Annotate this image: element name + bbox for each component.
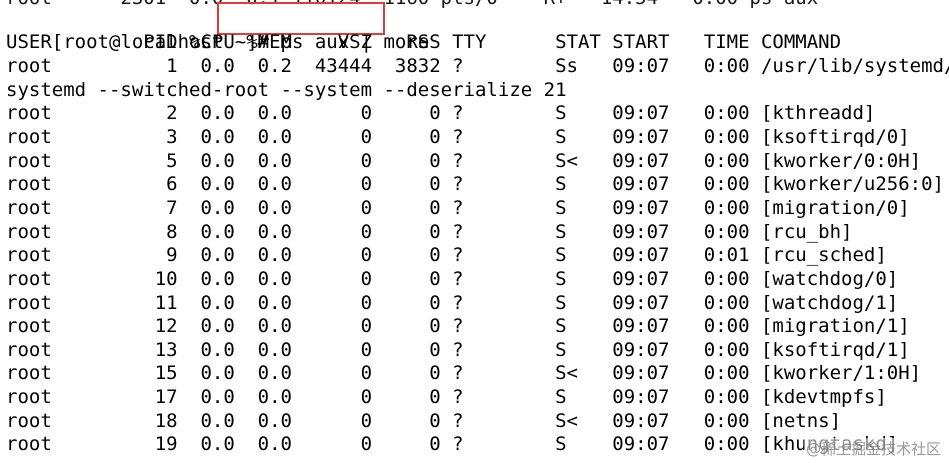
process-row: root 2 0.0 0.0 0 0 ? S 09:07 0:00 [kthre…	[6, 102, 876, 125]
process-row: root 17 0.0 0.0 0 0 ? S 09:07 0:00 [kdev…	[6, 386, 887, 409]
process-row: root 6 0.0 0.0 0 0 ? S 09:07 0:00 [kwork…	[6, 173, 944, 196]
process-row: root 11 0.0 0.0 0 0 ? S 09:07 0:00 [watc…	[6, 291, 899, 314]
ps-header-row: USER PID %CPU %MEM VSZ RSS TTY STAT STAR…	[6, 31, 842, 53]
process-row: systemd --switched-root --system --deser…	[6, 78, 567, 101]
process-row: root 18 0.0 0.0 0 0 ? S< 09:07 0:00 [net…	[6, 409, 842, 432]
process-row: root 8 0.0 0.0 0 0 ? S 09:07 0:00 [rcu_b…	[6, 220, 853, 243]
process-row: root 19 0.0 0.0 0 0 ? S 09:07 0:00 [khun…	[6, 433, 899, 456]
process-row: root 10 0.0 0.0 0 0 ? S 09:07 0:00 [watc…	[6, 267, 899, 290]
process-row: root 3 0.0 0.0 0 0 ? S 09:07 0:00 [ksoft…	[6, 125, 910, 148]
process-row: root 5 0.0 0.0 0 0 ? S< 09:07 0:00 [kwor…	[6, 149, 922, 172]
process-row: root 15 0.0 0.0 0 0 ? S< 09:07 0:00 [kwo…	[6, 362, 922, 385]
process-row: root 1 0.0 0.2 43444 3832 ? Ss 09:07 0:0…	[6, 55, 949, 77]
terminal-window[interactable]: root 2301 0.0 0.1 110124 1160 pts/0 R+ 1…	[0, 0, 949, 463]
watermark: @稀土掘金技术社区	[803, 438, 943, 459]
process-row: root 13 0.0 0.0 0 0 ? S 09:07 0:00 [ksof…	[6, 338, 910, 361]
process-row: root 12 0.0 0.0 0 0 ? S 09:07 0:00 [migr…	[6, 315, 910, 338]
process-row: root 7 0.0 0.0 0 0 ? S 09:07 0:00 [migra…	[6, 196, 910, 219]
process-row: root 9 0.0 0.0 0 0 ? S 09:07 0:01 [rcu_s…	[6, 244, 887, 267]
